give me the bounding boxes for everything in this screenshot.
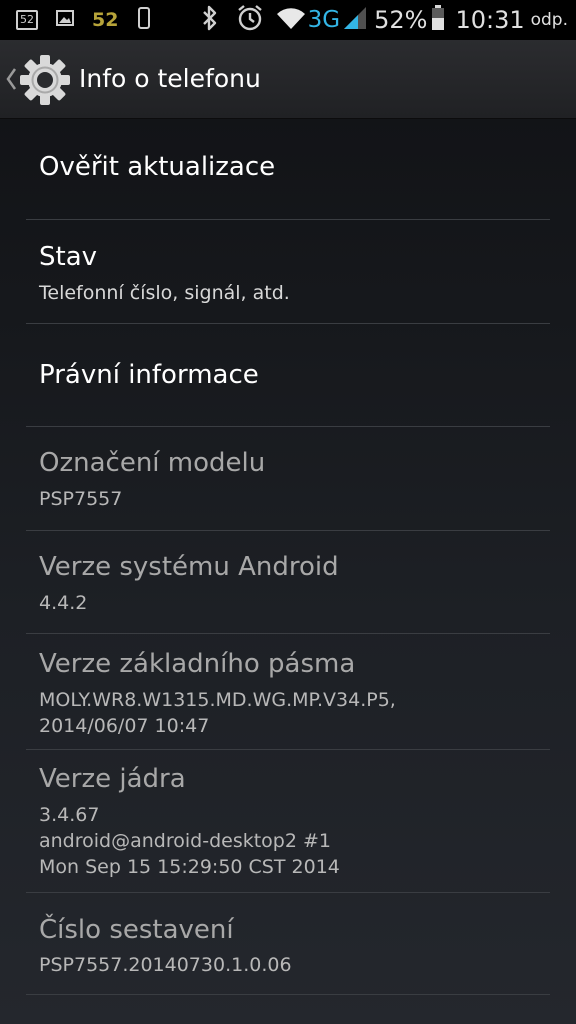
list-item-summary: 4.4.2 [39,592,88,614]
up-navigation-button[interactable]: Info o telefonu [0,40,300,118]
clock-ampm: odp. [530,10,568,30]
list-item-title: Verze základního pásma [39,649,356,679]
battery-percent: 52% [374,6,428,34]
alarm-icon [236,4,264,36]
list-item-baseband-version: Verze základního pásma MOLY.WR8.W1315.MD… [26,634,550,750]
list-item-model-number: Označení modelu PSP7557 [26,427,550,531]
list-item-title: Označení modelu [39,448,266,478]
list-item-summary: PSP7557.20140730.1.0.06 [39,954,292,976]
notification-number: 52 [92,9,119,31]
battery-icon [431,5,445,35]
list-item-title: Ověřit aktualizace [39,152,276,182]
list-item-build-number: Číslo sestavení PSP7557.20140730.1.0.06 [26,893,550,995]
status-bar-notifications: 52 52 [16,0,151,40]
list-item-status[interactable]: Stav Telefonní číslo, signál, atd. [26,220,550,324]
network-type-label: 3G [307,7,341,33]
list-item-android-version: Verze systému Android 4.4.2 [26,531,550,634]
list-item-summary: MOLY.WR8.W1315.MD.WG.MP.V34.P5, 2014/06/… [39,689,396,737]
list-item-title: Stav [39,242,98,272]
status-bar: 52 52 3G 52% 10:31 odp. [0,0,576,40]
list-item-title: Právní informace [39,360,259,390]
action-bar: Info o telefonu [0,40,576,119]
list-item-title: Verze systému Android [39,552,339,582]
image-icon [56,10,74,30]
status-bar-system: 3G 52% 10:31 odp. [202,0,568,40]
sms-icon: 52 [16,10,38,30]
screen: 52 52 3G 52% 10:31 odp. Info o telefonu … [0,0,576,1024]
list-item-title: Verze jádra [39,764,186,794]
settings-gear-icon [20,55,70,105]
list-item-legal-info[interactable]: Právní informace [26,324,550,427]
list-item-kernel-version: Verze jádra 3.4.67 android@android-deskt… [26,750,550,893]
settings-list: Ověřit aktualizace Stav Telefonní číslo,… [0,118,576,995]
list-item-summary: PSP7557 [39,488,123,510]
back-caret-icon [6,68,17,90]
page-title: Info o telefonu [79,64,261,93]
clock: 10:31 [455,6,525,34]
bluetooth-icon [202,5,218,35]
list-item-title: Číslo sestavení [39,915,234,945]
phone-icon [138,7,151,33]
list-item-summary: Telefonní číslo, signál, atd. [39,282,290,304]
list-item-check-updates[interactable]: Ověřit aktualizace [26,118,550,220]
list-item-summary: 3.4.67 android@android-desktop2 #1 Mon S… [39,804,340,878]
signal-icon [342,5,368,35]
wifi-icon [276,6,306,34]
